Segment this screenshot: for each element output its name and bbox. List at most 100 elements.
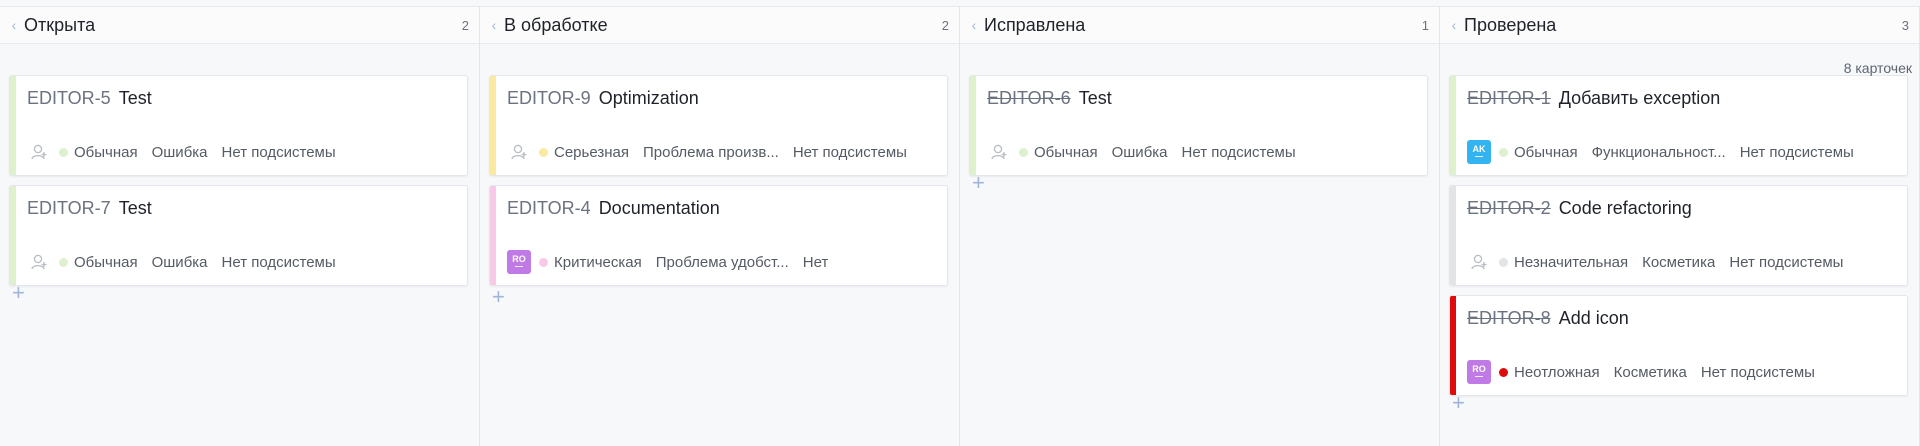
column-header[interactable]: ‹ Проверена 3 [1440,6,1919,44]
field-subsystem[interactable]: Нет подсистемы [1729,254,1843,271]
column-header[interactable]: ‹ Открыта 2 [0,6,479,44]
card-fields: AK — Обычная Функциональност... Нет подсисте… [1467,140,1868,164]
priority-dot-icon [539,147,548,157]
column-count: 2 [461,17,469,33]
card-title-row: EDITOR-1 Добавить exception [1467,88,1720,109]
priority-dot-icon [1499,367,1508,377]
priority-dot-icon [1499,257,1508,267]
issue-card[interactable]: EDITOR-1 Добавить exception AK — Обычная Функ… [1449,75,1908,176]
issue-id-link[interactable]: EDITOR-8 [1467,308,1551,328]
priority-dot-icon [539,257,548,267]
card-title-row: EDITOR-8 Add icon [1467,308,1629,329]
column-header[interactable]: ‹ В обработке 2 [480,6,959,44]
issue-summary[interactable]: Test [1079,88,1112,108]
issue-card[interactable]: EDITOR-9 Optimization Серьезная Проблема пр… [489,75,948,176]
cards-count-label: 8 карточек [1843,60,1912,76]
field-type[interactable]: Ошибка [152,254,208,271]
issue-id-link[interactable]: EDITOR-2 [1467,198,1551,218]
issue-id-link[interactable]: EDITOR-4 [507,198,591,218]
field-subsystem[interactable]: Нет подсистемы [793,144,907,161]
add-assignee-icon[interactable] [987,140,1011,164]
issue-card[interactable]: EDITOR-7 Test Обычная Ошибка Нет подсистемы [9,185,468,286]
field-priority[interactable]: Критическая [554,254,642,271]
issue-id-link[interactable]: EDITOR-5 [27,88,111,108]
field-subsystem[interactable]: Нет подсистемы [1701,364,1815,381]
issue-id-link[interactable]: EDITOR-7 [27,198,111,218]
priority-dot-icon [1019,147,1028,157]
card-title-row: EDITOR-2 Code refactoring [1467,198,1692,219]
column-count: 3 [1901,17,1909,33]
column-2: ‹ Исправлена 1 EDITOR-6 Test Обычная Ошибка Нет… [960,6,1440,446]
issue-id-link[interactable]: EDITOR-9 [507,88,591,108]
add-card-button[interactable]: + [1452,392,1465,414]
priority-stripe [490,186,496,285]
add-card-button[interactable]: + [492,286,505,308]
issue-summary[interactable]: Test [119,198,152,218]
issue-card[interactable]: EDITOR-6 Test Обычная Ошибка Нет подсистемы [969,75,1428,176]
issue-summary[interactable]: Documentation [599,198,720,218]
collapse-chevron-icon[interactable]: ‹ [486,17,502,33]
priority-stripe [1450,296,1456,395]
issue-card[interactable]: EDITOR-2 Code refactoring Незначительная Ко… [1449,185,1908,286]
field-type[interactable]: Функциональност... [1592,144,1726,161]
priority-stripe [1450,76,1456,175]
card-fields: RO — Неотложная Косметика Нет подсистемы [1467,360,1829,384]
field-subsystem[interactable]: Нет подсистемы [222,144,336,161]
card-fields: Обычная Ошибка Нет подсистемы [27,140,350,164]
collapse-chevron-icon[interactable]: ‹ [966,17,982,33]
field-priority[interactable]: Обычная [74,144,138,161]
issue-id-link[interactable]: EDITOR-1 [1467,88,1551,108]
field-type[interactable]: Ошибка [152,144,208,161]
collapse-chevron-icon[interactable]: ‹ [6,17,22,33]
field-type[interactable]: Проблема произв... [643,144,779,161]
field-type[interactable]: Ошибка [1112,144,1168,161]
issue-card[interactable]: EDITOR-8 Add icon RO — Неотложная Косметика Не… [1449,295,1908,396]
issue-summary[interactable]: Add icon [1559,308,1629,328]
card-title-row: EDITOR-5 Test [27,88,152,109]
priority-dot-icon [59,257,68,267]
add-assignee-icon[interactable] [27,250,51,274]
field-type[interactable]: Косметика [1614,364,1687,381]
card-fields: Обычная Ошибка Нет подсистемы [987,140,1310,164]
column-1: ‹ В обработке 2 EDITOR-9 Optimization Серьезн… [480,6,960,446]
add-card-button[interactable]: + [972,172,985,194]
collapse-chevron-icon[interactable]: ‹ [1446,17,1462,33]
column-title: В обработке [504,14,608,35]
field-priority[interactable]: Незначительная [1514,254,1628,271]
issue-summary[interactable]: Добавить exception [1559,88,1721,108]
card-title-row: EDITOR-7 Test [27,198,152,219]
add-assignee-icon[interactable] [27,140,51,164]
field-type[interactable]: Косметика [1642,254,1715,271]
field-subsystem[interactable]: Нет подсистемы [222,254,336,271]
field-priority[interactable]: Серьезная [554,144,629,161]
field-type[interactable]: Проблема удобст... [656,254,789,271]
issue-summary[interactable]: Code refactoring [1559,198,1692,218]
field-priority[interactable]: Обычная [74,254,138,271]
column-title: Исправлена [984,14,1086,35]
priority-stripe [490,76,496,175]
issue-card[interactable]: EDITOR-5 Test Обычная Ошибка Нет подсистемы [9,75,468,176]
card-title-row: EDITOR-9 Optimization [507,88,699,109]
field-subsystem[interactable]: Нет подсистемы [1182,144,1296,161]
column-0: ‹ Открыта 2 EDITOR-5 Test Обычная Ошибка Нет по… [0,6,480,446]
assignee-avatar[interactable]: RO — [1467,360,1491,384]
add-card-button[interactable]: + [12,282,25,304]
card-fields: Серьезная Проблема произв... Нет подсистем… [507,140,921,164]
issue-summary[interactable]: Test [119,88,152,108]
assignee-avatar[interactable]: RO — [507,250,531,274]
issue-summary[interactable]: Optimization [599,88,699,108]
column-header[interactable]: ‹ Исправлена 1 [960,6,1439,44]
field-priority[interactable]: Неотложная [1514,364,1600,381]
field-priority[interactable]: Обычная [1514,144,1578,161]
priority-stripe [970,76,976,175]
field-priority[interactable]: Обычная [1034,144,1098,161]
priority-dot-icon [1499,147,1508,157]
add-assignee-icon[interactable] [507,140,531,164]
card-title-row: EDITOR-4 Documentation [507,198,720,219]
add-assignee-icon[interactable] [1467,250,1491,274]
field-subsystem[interactable]: Нет [803,254,829,271]
assignee-avatar[interactable]: AK — [1467,140,1491,164]
issue-id-link[interactable]: EDITOR-6 [987,88,1071,108]
issue-card[interactable]: EDITOR-4 Documentation RO — Критическая Пробл… [489,185,948,286]
field-subsystem[interactable]: Нет подсистемы [1740,144,1854,161]
